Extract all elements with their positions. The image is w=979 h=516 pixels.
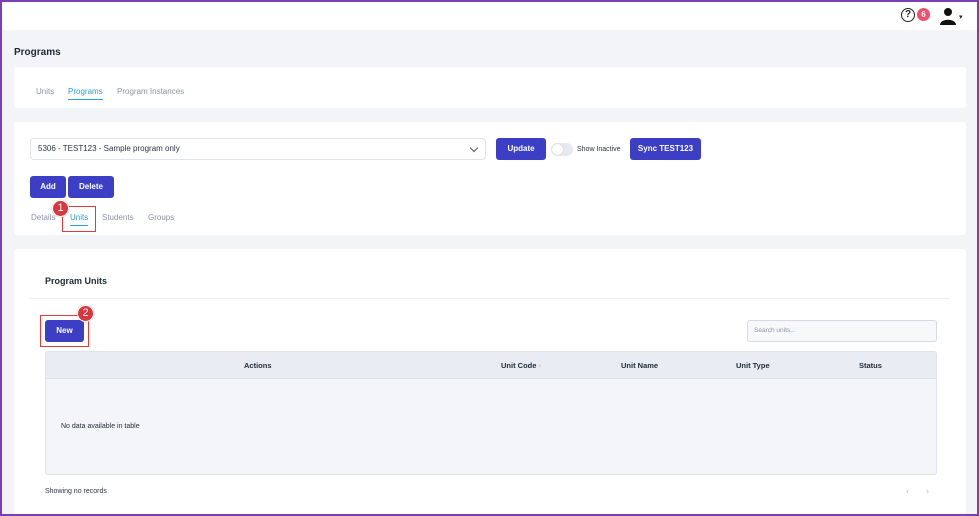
page-title: Programs — [14, 47, 61, 58]
subtab-groups[interactable]: Groups — [148, 213, 174, 222]
callout-number-1: 1 — [52, 200, 69, 217]
units-table: Actions Unit Code ↑ Unit Name Unit Type S… — [45, 351, 937, 475]
next-page-icon[interactable]: › — [926, 486, 929, 496]
column-actions[interactable]: Actions — [244, 361, 272, 370]
tab-program-instances[interactable]: Program Instances — [117, 87, 184, 96]
column-unit-name[interactable]: Unit Name — [621, 361, 658, 370]
subtab-units[interactable]: Units — [70, 213, 89, 226]
table-header: Actions Unit Code ↑ Unit Name Unit Type S… — [46, 352, 936, 379]
callout-number-2: 2 — [77, 305, 94, 322]
tab-programs[interactable]: Programs — [68, 87, 103, 100]
update-button[interactable]: Update — [496, 138, 546, 160]
notification-badge[interactable]: 6 — [917, 8, 930, 21]
show-inactive-label: Show Inactive — [577, 146, 621, 153]
toggle-knob — [552, 144, 563, 155]
prev-page-icon[interactable]: ‹ — [906, 486, 909, 496]
program-select-value: 5306 - TEST123 - Sample program only — [38, 144, 180, 153]
show-inactive-toggle[interactable] — [551, 143, 573, 156]
divider — [30, 298, 950, 299]
column-unit-code-label: Unit Code — [501, 361, 537, 370]
new-unit-button[interactable]: New — [45, 320, 84, 342]
chevron-down-icon — [469, 143, 479, 153]
program-units-title: Program Units — [45, 276, 108, 286]
user-avatar-icon[interactable] — [939, 7, 957, 25]
records-info: Showing no records — [45, 488, 107, 495]
add-button[interactable]: Add — [30, 176, 66, 198]
column-unit-type[interactable]: Unit Type — [736, 361, 770, 370]
subtab-details[interactable]: Details — [31, 213, 55, 222]
subtab-students[interactable]: Students — [102, 213, 134, 222]
tab-units[interactable]: Units — [36, 87, 54, 96]
top-bar: ? 6 ▾ — [2, 2, 977, 30]
sync-button[interactable]: Sync TEST123 — [630, 138, 701, 160]
delete-button[interactable]: Delete — [68, 176, 114, 198]
column-unit-code[interactable]: Unit Code ↑ — [501, 361, 541, 370]
sort-asc-icon: ↑ — [538, 364, 542, 370]
column-status[interactable]: Status — [859, 361, 882, 370]
empty-table-message: No data available in table — [61, 423, 140, 430]
user-menu-caret-icon[interactable]: ▾ — [959, 13, 963, 21]
search-units-input[interactable]: Search units... — [747, 320, 937, 342]
help-icon[interactable]: ? — [901, 8, 915, 22]
program-select[interactable]: 5306 - TEST123 - Sample program only — [30, 138, 486, 160]
